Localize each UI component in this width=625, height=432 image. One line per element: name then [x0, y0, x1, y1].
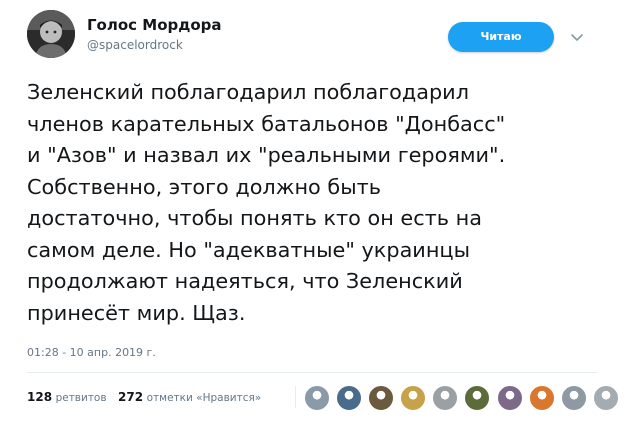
liker-avatar-icon[interactable]: [400, 385, 427, 411]
tweet-stats: 128 ретвитов 272 отметки «Нравится»: [27, 390, 269, 404]
divider: [27, 372, 598, 373]
tweet-text-line: и "Азов" и назвал их "реальными героями"…: [27, 143, 506, 167]
likes-label: отметки «Нравится»: [146, 392, 262, 404]
author-display-name[interactable]: Голос Мордора: [87, 16, 222, 35]
tweet-text: Зеленский поблагодарил поблагодарил член…: [27, 77, 612, 329]
tweet-text-line: достаточно, чтобы понять кто он есть на: [27, 206, 482, 230]
following-button[interactable]: Читаю: [448, 22, 554, 52]
tweet-text-line: членов карательных батальонов "Донбасс": [27, 111, 506, 136]
chevron-down-icon[interactable]: [570, 30, 584, 44]
likers-avatars: [304, 385, 620, 411]
tweet-card: Голос Мордора @spacelordrock Читаю Зелен…: [0, 0, 625, 432]
tweet-text-line: Собственно, этого должно быть: [27, 174, 382, 199]
liker-avatar-icon[interactable]: [496, 385, 523, 411]
author-block[interactable]: Голос Мордора @spacelordrock: [87, 16, 222, 54]
liker-avatar-icon[interactable]: [592, 385, 619, 411]
retweets-count: 128: [27, 390, 53, 404]
liker-avatar-icon[interactable]: [464, 385, 491, 411]
liker-avatar-icon[interactable]: [304, 385, 330, 411]
stats-divider: [295, 386, 296, 408]
liker-avatar-icon[interactable]: [368, 385, 395, 411]
tweet-text-line: принесёт мир. Щаз.: [27, 300, 246, 325]
likes-count: 272: [118, 390, 144, 404]
liker-avatar-icon[interactable]: [528, 385, 555, 411]
tweet-timestamp[interactable]: 01:28 - 10 апр. 2019 г.: [27, 346, 156, 359]
tweet-text-line: Зеленский поблагодарил поблагодарил: [27, 80, 469, 104]
retweets-label: ретвитов: [55, 392, 107, 404]
liker-avatar-icon[interactable]: [432, 385, 459, 411]
retweets-stat[interactable]: 128 ретвитов: [27, 390, 107, 404]
tweet-text-line: продолжают надеяться, что Зеленский: [27, 269, 463, 293]
tweet-text-line: самом деле. Но "адекватные" украинцы: [27, 237, 470, 262]
author-avatar[interactable]: [27, 10, 75, 58]
liker-avatar-icon[interactable]: [336, 385, 363, 411]
user-avatar-icon: [27, 10, 75, 58]
liker-avatar-icon[interactable]: [560, 385, 587, 411]
likes-stat[interactable]: 272 отметки «Нравится»: [118, 390, 261, 404]
author-handle[interactable]: @spacelordrock: [87, 37, 222, 54]
